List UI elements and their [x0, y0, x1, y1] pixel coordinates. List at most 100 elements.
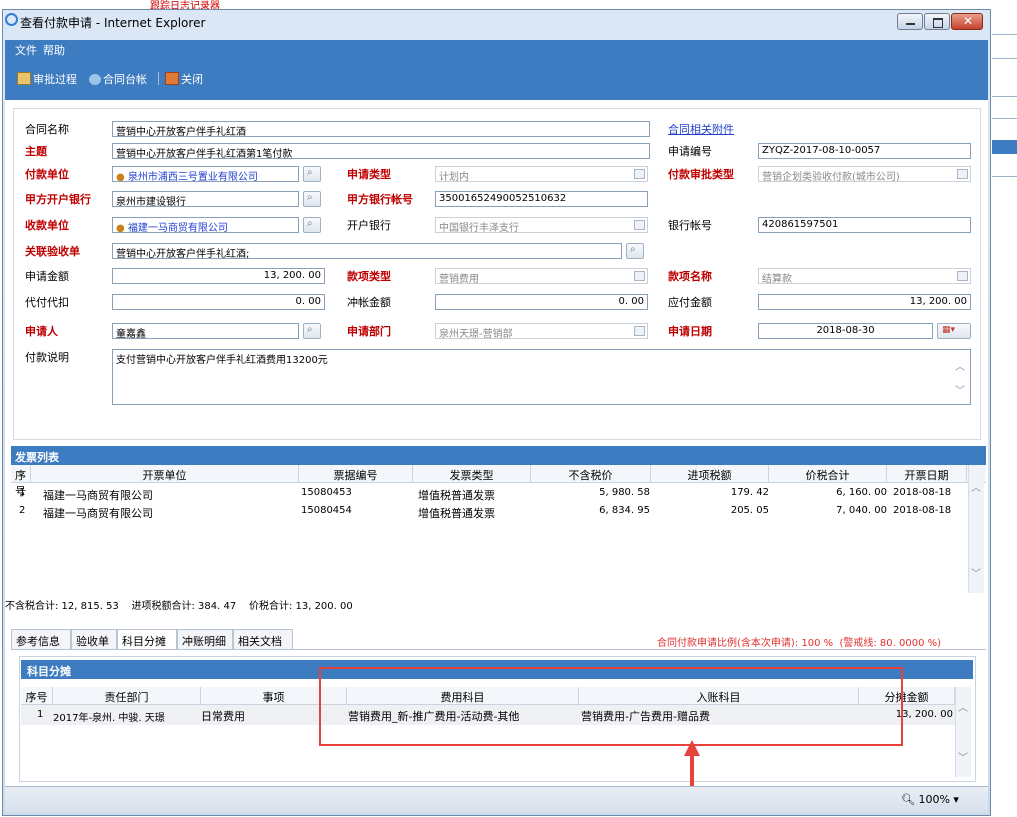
payer-account-field[interactable]: 35001652490052510632	[435, 191, 648, 207]
users-icon: ●	[116, 172, 125, 182]
invoice-cell: 15080453	[301, 487, 352, 498]
payee-label: 收款单位	[25, 219, 69, 232]
ie-icon	[5, 13, 18, 26]
invoice-cell: 2	[19, 505, 26, 516]
background-window-strip	[992, 0, 1017, 817]
title-bar: 查看付款申请 - Internet Explorer ✕	[3, 10, 990, 34]
offset-label: 冲帐金额	[347, 296, 391, 309]
tab-offset-detail[interactable]: 冲账明细	[177, 629, 233, 649]
scroll-down-icon[interactable]: ﹀	[958, 749, 968, 764]
close-window-button[interactable]: ✕	[951, 13, 983, 30]
fund-type-select[interactable]: 营销费用	[435, 268, 648, 284]
open-bank-select[interactable]: 中国银行丰泽支行	[435, 217, 648, 233]
payee-link[interactable]: 福建一马商贸有限公司	[128, 223, 228, 232]
invoice-col-header: 票据编号	[299, 465, 413, 482]
allocation-cell: 日常费用	[201, 710, 245, 723]
payee-lookup-button[interactable]: ⌕	[303, 217, 321, 233]
tab-allocation[interactable]: 科目分摊	[117, 629, 177, 650]
fund-name-value: 结算款	[762, 274, 792, 284]
dept-select[interactable]: 泉州天璟-营销部	[435, 323, 648, 339]
applicant-label: 申请人	[25, 325, 58, 338]
close-button[interactable]: 关闭	[165, 71, 203, 87]
status-bar: 🔍︎ 100% ▾	[5, 786, 988, 813]
invoice-scrollbar[interactable]: ︿ ﹀	[968, 465, 984, 593]
acceptance-lookup-button[interactable]: ⌕	[626, 243, 644, 259]
subject-field[interactable]: 营销中心开放客户伴手礼红酒第1笔付款	[112, 143, 650, 159]
bank-account-label: 银行帐号	[668, 219, 712, 232]
payer-lookup-button[interactable]: ⌕	[303, 166, 321, 182]
contract-attachment-link[interactable]: 合同相关附件	[668, 121, 734, 137]
applicant-field[interactable]: 童嘉鑫	[112, 323, 299, 339]
apply-type-select[interactable]: 计划内	[435, 166, 648, 182]
allocation-scrollbar[interactable]: ︿ ﹀	[955, 687, 971, 777]
toolbar: 审批过程 合同台帐 关闭	[5, 58, 988, 100]
invoice-cell: 15080454	[301, 505, 352, 516]
applicant-lookup-button[interactable]: ⌕	[303, 323, 321, 339]
invoice-col-header: 不含税价	[531, 465, 651, 482]
approval-process-button[interactable]: 审批过程	[17, 71, 77, 87]
desc-label: 付款说明	[25, 351, 69, 364]
contract-ledger-button[interactable]: 合同台帐	[89, 71, 147, 87]
invoice-table-header: 序号 开票单位 票据编号 发票类型 不含税价 进项税额 价税合计 开票日期	[11, 465, 986, 498]
payable-label: 应付金额	[668, 296, 712, 309]
tab-related-docs[interactable]: 相关文档	[233, 629, 293, 649]
scroll-up-icon[interactable]: ︿	[958, 699, 968, 714]
minimize-button[interactable]	[897, 13, 923, 30]
exit-icon	[165, 72, 179, 85]
offset-field[interactable]: 0. 00	[435, 294, 648, 310]
zoom-control[interactable]: 🔍︎ 100% ▾	[901, 793, 959, 806]
table-row[interactable]: 1 福建一马商贸有限公司 15080453 增值税普通发票 5, 980. 58…	[11, 483, 968, 502]
apply-date-label: 申请日期	[668, 325, 712, 338]
fund-name-label: 款项名称	[668, 270, 712, 283]
desc-textarea[interactable]: 支付营销中心开放客户伴手礼红酒费用13200元	[112, 349, 971, 405]
invoice-col-header: 序号	[11, 465, 31, 498]
chevron-down-icon	[634, 326, 645, 336]
invoice-col-header: 开票单位	[31, 465, 299, 482]
invoice-section-header: 发票列表	[11, 446, 986, 465]
withhold-label: 代付代扣	[25, 296, 69, 309]
chevron-down-icon	[634, 220, 645, 230]
apply-no-field[interactable]: ZYQZ-2017-08-10-0057	[758, 143, 971, 159]
maximize-icon	[933, 18, 943, 28]
invoice-cell: 7, 040. 00	[836, 505, 887, 516]
open-bank-label: 开户银行	[347, 219, 391, 232]
bank-account-field[interactable]: 420861597501	[758, 217, 971, 233]
apply-date-field[interactable]: 2018-08-30	[758, 323, 933, 339]
contract-name-label: 合同名称	[25, 123, 69, 136]
payer-link[interactable]: 泉州市浦西三号置业有限公司	[128, 172, 258, 181]
search-icon: ⌕	[307, 167, 313, 178]
tab-acceptance[interactable]: 验收单	[71, 629, 117, 649]
payer-bank-lookup-button[interactable]: ⌕	[303, 191, 321, 207]
apply-amount-field[interactable]: 13, 200. 00	[112, 268, 325, 284]
ratio-text: 合同付款申请比例(含本次申请): 100 % (警戒线: 80. 0000 %)	[657, 638, 942, 649]
menu-help[interactable]: 帮助	[43, 42, 65, 58]
scroll-up-icon[interactable]: ︿	[971, 479, 981, 494]
payee-field[interactable]: ● 福建一马商贸有限公司	[112, 217, 299, 233]
page-content: 合同名称 营销中心开放客户伴手礼红酒 合同相关附件 主题 营销中心开放客户伴手礼…	[5, 100, 988, 806]
menu-file[interactable]: 文件	[15, 42, 37, 58]
approval-type-select[interactable]: 营销企划类验收付款(城市公司)	[758, 166, 971, 182]
open-bank-value: 中国银行丰泽支行	[439, 223, 519, 233]
acceptance-field[interactable]: 营销中心开放客户伴手礼红酒;	[112, 243, 622, 259]
fund-name-select[interactable]: 结算款	[758, 268, 971, 284]
document-icon	[17, 72, 31, 85]
contract-name-field[interactable]: 营销中心开放客户伴手礼红酒	[112, 121, 650, 137]
chevron-down-icon	[634, 271, 645, 281]
approval-type-label: 付款审批类型	[668, 168, 734, 181]
strip-line	[992, 34, 1017, 35]
invoice-cell: 福建一马商贸有限公司	[43, 507, 153, 520]
tab-reference[interactable]: 参考信息	[11, 629, 71, 649]
date-picker-button[interactable]: ▦▾	[937, 323, 971, 339]
highlight-box	[319, 667, 903, 746]
table-row[interactable]: 2 福建一马商贸有限公司 15080454 增值税普通发票 6, 834. 95…	[11, 501, 968, 520]
scroll-down-icon[interactable]: ﹀	[971, 565, 981, 580]
payable-field[interactable]: 13, 200. 00	[758, 294, 971, 310]
scroll-down-icon[interactable]: ﹀	[955, 382, 965, 397]
maximize-button[interactable]	[924, 13, 950, 30]
payer-field[interactable]: ● 泉州市浦西三号置业有限公司	[112, 166, 299, 182]
withhold-field[interactable]: 0. 00	[112, 294, 325, 310]
allocation-col-header: 责任部门	[53, 687, 201, 704]
payer-bank-field[interactable]: 泉州市建设银行	[112, 191, 299, 207]
calendar-icon: ▦▾	[942, 325, 956, 335]
scroll-up-icon[interactable]: ︿	[955, 358, 965, 373]
